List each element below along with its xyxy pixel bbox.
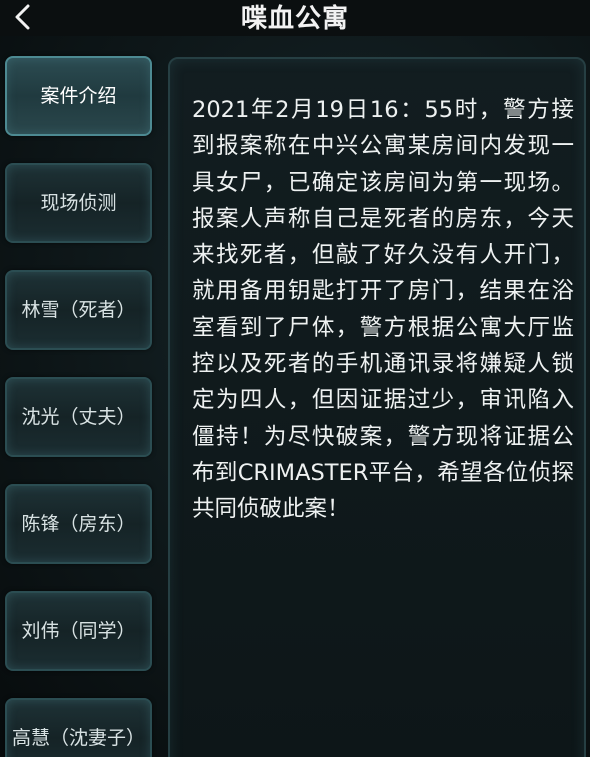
sidebar-item-scene-inspection[interactable]: 现场侦测 <box>5 163 152 243</box>
top-bar: 喋血公寓 <box>0 0 590 36</box>
app-screen: 喋血公寓 案件介绍 现场侦测 林雪（死者） 沈光（丈夫） 陈锋（房东） 刘伟（同… <box>0 0 590 757</box>
sidebar-item-shen-guang[interactable]: 沈光（丈夫） <box>5 377 152 457</box>
case-intro-text: 2021年2月19日16：55时，警方接到报案称在中兴公寓某房间内发现一具女尸，… <box>192 97 574 523</box>
case-intro-panel: 2021年2月19日16：55时，警方接到报案称在中兴公寓某房间内发现一具女尸，… <box>168 57 586 757</box>
sidebar-item-case-intro[interactable]: 案件介绍 <box>5 56 152 136</box>
sidebar-item-chen-feng[interactable]: 陈锋（房东） <box>5 484 152 564</box>
sidebar-item-lin-xue[interactable]: 林雪（死者） <box>5 270 152 350</box>
sidebar-item-liu-wei[interactable]: 刘伟（同学） <box>5 591 152 671</box>
page-title: 喋血公寓 <box>240 4 349 34</box>
sidebar-item-gao-hui[interactable]: 高慧（沈妻子） <box>5 698 152 757</box>
